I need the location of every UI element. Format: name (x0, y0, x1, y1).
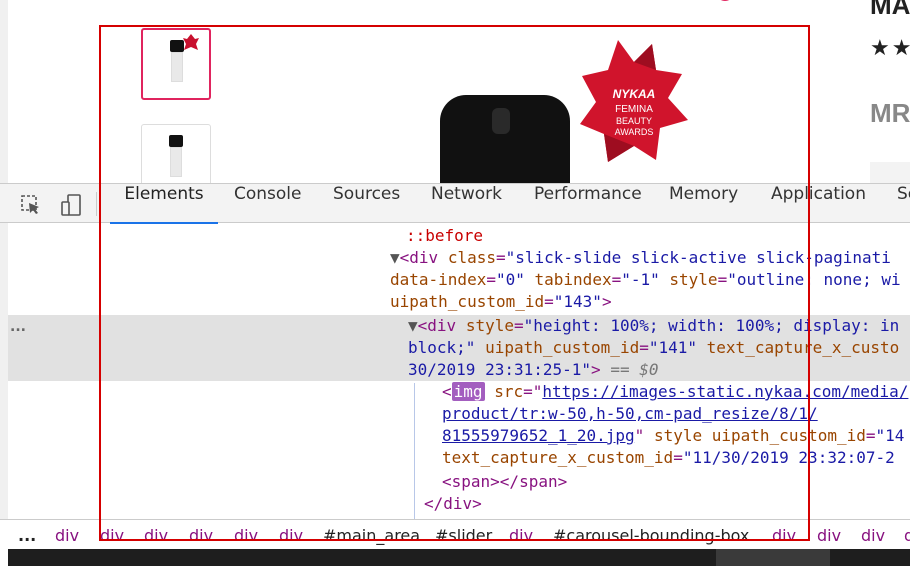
breadcrumb-item-carousel[interactable]: #carousel-bounding-box (553, 526, 749, 545)
tab-console[interactable]: Console (234, 184, 302, 223)
mrp-label-fragment: MR (870, 98, 910, 128)
breadcrumb-item[interactable]: div (279, 526, 303, 545)
expand-triangle-icon[interactable]: ▼ (408, 316, 418, 335)
product-title-fragment: MA (870, 0, 910, 20)
breadcrumb-item[interactable]: div (234, 526, 258, 545)
dom-line-img-attrs[interactable]: 81555979652_1_20.jpg" style uipath_custo… (442, 425, 904, 447)
svg-text:BEAUTY: BEAUTY (616, 116, 652, 126)
scrollbar-thumb[interactable] (716, 549, 830, 566)
breadcrumb-item[interactable]: div (861, 526, 885, 545)
breadcrumb-item[interactable]: div (144, 526, 168, 545)
dom-line-img-src-cont[interactable]: product/tr:w-50,h-50,cm-pad_resize/8/1/ (442, 403, 818, 425)
dom-line-img[interactable]: < img src="https://images-static.nykaa.co… (442, 381, 908, 403)
dom-line-slick-attrs[interactable]: data-index="0" tabindex="-1" style="outl… (390, 269, 901, 291)
inspect-element-icon[interactable] (20, 194, 42, 216)
product-thumbnail-1[interactable] (141, 28, 211, 100)
rating-stars: ★★ (870, 36, 910, 61)
expand-triangle-icon[interactable]: ▼ (390, 248, 400, 267)
mini-award-icon (183, 34, 199, 50)
bottom-scrollbar[interactable] (8, 549, 910, 566)
dom-line-slick-custom-id[interactable]: uipath_custom_id="143"> (390, 291, 612, 313)
device-toolbar-icon[interactable] (60, 194, 82, 216)
svg-text:AWARDS: AWARDS (615, 127, 654, 137)
product-page-area: NYKAA FEMINA BEAUTY AWARDS MA ★★ MR (0, 0, 910, 183)
right-panel-block (870, 162, 910, 183)
svg-text:FEMINA: FEMINA (615, 104, 653, 115)
node-actions-dots[interactable]: ... (10, 319, 26, 335)
dom-line-selected-div-end[interactable]: 30/2019 23:31:25-1"> == $0 (408, 359, 658, 381)
breadcrumb-item-slider[interactable]: #slider (435, 526, 492, 545)
award-badge-icon: NYKAA FEMINA BEAUTY AWARDS (580, 40, 688, 162)
devtools-panel: Elements Console Sources Network Perform… (0, 183, 910, 566)
breadcrumb: ... div div div div div div #main_area #… (0, 519, 910, 549)
dom-line-slick-slide[interactable]: ▼<div class="slick-slide slick-active sl… (390, 247, 891, 269)
selected-node-marker: == $0 (610, 360, 659, 379)
tab-application[interactable]: Application (771, 184, 866, 223)
breadcrumb-item[interactable]: div (100, 526, 124, 545)
img-src-link-cont[interactable]: product/tr:w-50,h-50,cm-pad_resize/8/1/ (442, 404, 818, 423)
dom-tree-gutter (0, 223, 8, 519)
breadcrumb-item[interactable]: div (772, 526, 796, 545)
tab-elements[interactable]: Elements (110, 184, 218, 224)
breadcrumb-item-partial[interactable]: d (904, 526, 910, 545)
dom-line-selected-div-attrs[interactable]: block;" uipath_custom_id="141" text_capt… (408, 337, 899, 359)
breadcrumb-item[interactable]: div (509, 526, 533, 545)
breadcrumb-overflow[interactable]: ... (18, 526, 36, 545)
breadcrumb-item[interactable]: div (55, 526, 79, 545)
dom-tree[interactable]: ... ::before ▼<div class="slick-slide sl… (0, 223, 910, 519)
img-src-link-end[interactable]: 81555979652_1_20.jpg (442, 426, 635, 445)
svg-text:NYKAA: NYKAA (613, 87, 656, 101)
tab-performance[interactable]: Performance (534, 184, 642, 223)
img-src-link[interactable]: https://images-static.nykaa.com/media/ (542, 382, 908, 401)
tab-security-partial[interactable]: Se (897, 184, 910, 223)
toolbar-divider (96, 192, 97, 216)
page-left-margin (0, 0, 8, 183)
child-indent-guide (414, 383, 415, 519)
dom-line-span[interactable]: <span></span> (442, 471, 567, 493)
tab-sources[interactable]: Sources (333, 184, 400, 223)
tab-network[interactable]: Network (431, 184, 502, 223)
dom-line-before-pseudo[interactable]: ::before (406, 225, 483, 247)
tab-memory[interactable]: Memory (669, 184, 738, 223)
devtools-toolbar: Elements Console Sources Network Perform… (0, 183, 910, 224)
dom-line-div-close[interactable]: </div> (424, 493, 482, 515)
bottle-pump (492, 108, 510, 134)
dom-line-img-capture[interactable]: text_capture_x_custom_id="11/30/2019 23:… (442, 447, 895, 469)
product-thumbnail-2[interactable] (141, 124, 211, 183)
breadcrumb-item[interactable]: div (189, 526, 213, 545)
thumbnail-bottle-image (169, 135, 183, 179)
wishlist-heart-icon[interactable] (708, 0, 742, 12)
img-tag-badge: img (451, 382, 485, 401)
thumbnail-bottle-image (170, 40, 184, 84)
breadcrumb-item-main-area[interactable]: #main_area (323, 526, 420, 545)
breadcrumb-item[interactable]: div (817, 526, 841, 545)
dom-line-selected-div[interactable]: ▼<div style="height: 100%; width: 100%; … (408, 315, 899, 337)
